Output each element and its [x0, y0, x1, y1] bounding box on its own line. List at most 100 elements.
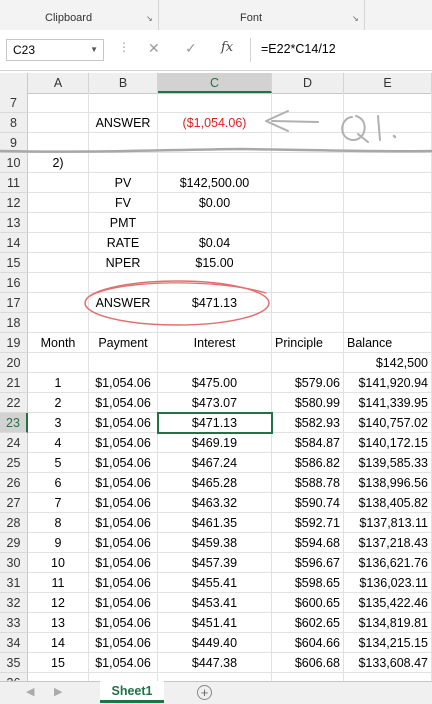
- row-header-20[interactable]: 20: [0, 353, 28, 373]
- row-header-12[interactable]: 12: [0, 193, 28, 213]
- clipboard-dialog-launcher-icon[interactable]: ↘: [146, 15, 153, 23]
- cell-e21[interactable]: $141,920.94: [344, 373, 432, 393]
- cell-d29[interactable]: $594.68: [272, 533, 344, 553]
- cell-a7[interactable]: [28, 93, 89, 113]
- row-header-26[interactable]: 26: [0, 473, 28, 493]
- row-header-31[interactable]: 31: [0, 573, 28, 593]
- row-header-17[interactable]: 17: [0, 293, 28, 313]
- column-header-c[interactable]: C: [158, 73, 272, 93]
- cell-b36[interactable]: [89, 673, 158, 681]
- cell-b8[interactable]: ANSWER: [89, 113, 158, 133]
- cell-e10[interactable]: [344, 153, 432, 173]
- cell-a24[interactable]: 4: [28, 433, 89, 453]
- cell-d35[interactable]: $606.68: [272, 653, 344, 673]
- row-header-30[interactable]: 30: [0, 553, 28, 573]
- cell-d33[interactable]: $602.65: [272, 613, 344, 633]
- cell-c32[interactable]: $453.41: [158, 593, 272, 613]
- cell-c8[interactable]: ($1,054.06): [158, 113, 272, 133]
- cell-d27[interactable]: $590.74: [272, 493, 344, 513]
- cell-e24[interactable]: $140,172.15: [344, 433, 432, 453]
- column-header-e[interactable]: E: [344, 73, 432, 93]
- cell-c31[interactable]: $455.41: [158, 573, 272, 593]
- cell-c14[interactable]: $0.04: [158, 233, 272, 253]
- cell-d36[interactable]: [272, 673, 344, 681]
- cell-d13[interactable]: [272, 213, 344, 233]
- cell-c15[interactable]: $15.00: [158, 253, 272, 273]
- cell-e13[interactable]: [344, 213, 432, 233]
- prev-sheet-icon[interactable]: ◀: [26, 685, 34, 698]
- cell-a22[interactable]: 2: [28, 393, 89, 413]
- cell-d19[interactable]: Principle: [272, 333, 344, 353]
- cell-c16[interactable]: [158, 273, 272, 293]
- cell-a27[interactable]: 7: [28, 493, 89, 513]
- column-header-d[interactable]: D: [272, 73, 344, 93]
- cell-e30[interactable]: $136,621.76: [344, 553, 432, 573]
- cell-c36[interactable]: [158, 673, 272, 681]
- insert-function-button[interactable]: fx: [221, 40, 233, 55]
- cell-a10[interactable]: 2): [28, 153, 89, 173]
- row-header-10[interactable]: 10: [0, 153, 28, 173]
- cell-d15[interactable]: [272, 253, 344, 273]
- cell-d11[interactable]: [272, 173, 344, 193]
- cell-e17[interactable]: [344, 293, 432, 313]
- cell-d7[interactable]: [272, 93, 344, 113]
- cell-d21[interactable]: $579.06: [272, 373, 344, 393]
- cell-e26[interactable]: $138,996.56: [344, 473, 432, 493]
- cell-a15[interactable]: [28, 253, 89, 273]
- cell-c29[interactable]: $459.38: [158, 533, 272, 553]
- cell-d28[interactable]: $592.71: [272, 513, 344, 533]
- cell-b33[interactable]: $1,054.06: [89, 613, 158, 633]
- cell-c27[interactable]: $463.32: [158, 493, 272, 513]
- cell-c12[interactable]: $0.00: [158, 193, 272, 213]
- font-dialog-launcher-icon[interactable]: ↘: [352, 15, 359, 23]
- cell-a23[interactable]: 3: [28, 413, 89, 433]
- cell-c35[interactable]: $447.38: [158, 653, 272, 673]
- cell-e35[interactable]: $133,608.47: [344, 653, 432, 673]
- cell-d14[interactable]: [272, 233, 344, 253]
- row-header-27[interactable]: 27: [0, 493, 28, 513]
- cell-a12[interactable]: [28, 193, 89, 213]
- row-header-35[interactable]: 35: [0, 653, 28, 673]
- cell-a8[interactable]: [28, 113, 89, 133]
- row-header-36[interactable]: 36: [0, 673, 28, 681]
- cell-d16[interactable]: [272, 273, 344, 293]
- cell-d32[interactable]: $600.65: [272, 593, 344, 613]
- cell-a13[interactable]: [28, 213, 89, 233]
- cell-b20[interactable]: [89, 353, 158, 373]
- cell-e36[interactable]: [344, 673, 432, 681]
- row-header-21[interactable]: 21: [0, 373, 28, 393]
- cell-e22[interactable]: $141,339.95: [344, 393, 432, 413]
- cell-e27[interactable]: $138,405.82: [344, 493, 432, 513]
- cell-b31[interactable]: $1,054.06: [89, 573, 158, 593]
- cell-d17[interactable]: [272, 293, 344, 313]
- cell-c28[interactable]: $461.35: [158, 513, 272, 533]
- resize-handle-icon[interactable]: ⋮: [118, 40, 130, 54]
- cell-c30[interactable]: $457.39: [158, 553, 272, 573]
- cell-a25[interactable]: 5: [28, 453, 89, 473]
- row-header-16[interactable]: 16: [0, 273, 28, 293]
- cell-a17[interactable]: [28, 293, 89, 313]
- row-header-14[interactable]: 14: [0, 233, 28, 253]
- select-all-corner[interactable]: [0, 73, 28, 93]
- cell-d24[interactable]: $584.87: [272, 433, 344, 453]
- cell-a34[interactable]: 14: [28, 633, 89, 653]
- cell-a36[interactable]: [28, 673, 89, 681]
- sheet-tab-active[interactable]: Sheet1: [100, 681, 164, 703]
- cell-e7[interactable]: [344, 93, 432, 113]
- cell-b14[interactable]: RATE: [89, 233, 158, 253]
- cell-a16[interactable]: [28, 273, 89, 293]
- cell-a9[interactable]: [28, 133, 89, 153]
- cell-c11[interactable]: $142,500.00: [158, 173, 272, 193]
- cell-b29[interactable]: $1,054.06: [89, 533, 158, 553]
- cell-c9[interactable]: [158, 133, 272, 153]
- cell-a32[interactable]: 12: [28, 593, 89, 613]
- cell-b21[interactable]: $1,054.06: [89, 373, 158, 393]
- cell-d31[interactable]: $598.65: [272, 573, 344, 593]
- cell-c10[interactable]: [158, 153, 272, 173]
- cell-d8[interactable]: [272, 113, 344, 133]
- cell-e8[interactable]: [344, 113, 432, 133]
- cell-e12[interactable]: [344, 193, 432, 213]
- row-header-24[interactable]: 24: [0, 433, 28, 453]
- cell-b12[interactable]: FV: [89, 193, 158, 213]
- row-header-9[interactable]: 9: [0, 133, 28, 153]
